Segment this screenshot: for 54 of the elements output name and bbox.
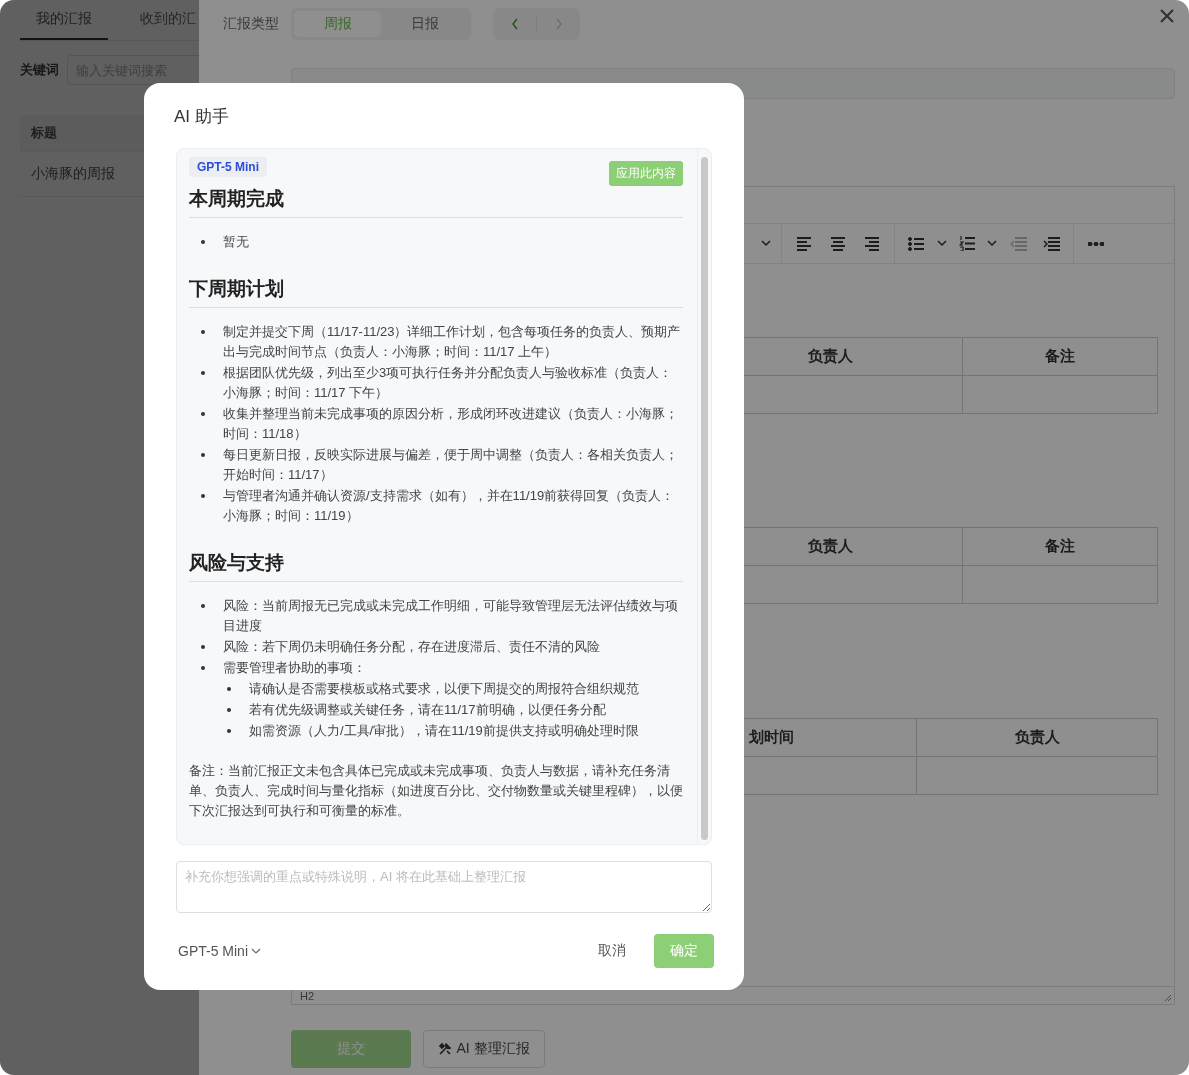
list-item-text: 若有优先级调整或关键任务，请在11/17前明确，以便任务分配: [249, 701, 606, 719]
table-cell[interactable]: 小海豚的周报: [31, 165, 115, 183]
confirm-button[interactable]: 确定: [654, 934, 714, 968]
bullet-icon: [201, 604, 205, 608]
list-item-text: 根据团队优先级，列出至少3项可执行任务并分配负责人与验收标准（负责人：小海豚；时间：11/17 下午）: [223, 364, 674, 402]
keyword-label: 关键词: [20, 61, 59, 79]
section-heading: 风险与支持: [189, 550, 683, 582]
chevron-down-icon: [251, 947, 261, 955]
bullet-icon: [201, 645, 205, 649]
list-item-text: 与管理者沟通并确认资源/支持需求（如有），并在11/19前获得回复（负责人：小海豚；时间：11/19）: [223, 487, 676, 525]
table-header-cell: 负责人: [916, 718, 1158, 757]
field-label: 汇报类型: [223, 15, 280, 33]
bullet-icon: [227, 687, 231, 691]
list-item-text: 制定并提交下周（11/17-11/23）详细工作计划，包含每项任务的负责人、预期产出与完成时间节点（负责人：小海豚；时间：11/17 上午）: [223, 323, 682, 361]
close-button[interactable]: [1159, 8, 1175, 24]
apply-button[interactable]: 应用此内容: [609, 161, 683, 186]
segment-option[interactable]: 日报: [381, 11, 468, 37]
tab[interactable]: 我的汇报: [20, 0, 108, 40]
bullet-icon: [227, 708, 231, 712]
element-path: H2: [300, 989, 315, 1002]
bullet-icon: [201, 453, 205, 457]
section-heading: 本周期完成: [189, 186, 683, 218]
table-header-cell: 备注: [962, 527, 1158, 566]
close-icon: [1159, 8, 1175, 24]
resize-grip-icon: [1164, 994, 1172, 1002]
table-header-cell: 备注: [962, 337, 1158, 376]
cancel-button[interactable]: 取消: [592, 941, 632, 961]
note-text: 备注：当前汇报正文未包含具体已完成或未完成事项、负责人与数据，请补充任务清单、负责人、完成时间与量化指标（如进度百分比、交付物数量或关键里程碑），以便下次汇报达到可执行和可衡量的标准。: [189, 762, 683, 820]
bullet-icon: [201, 330, 205, 334]
bullet-icon: [201, 412, 205, 416]
model-badge: GPT-5 Mini: [189, 157, 267, 177]
list-item-text: 风险：当前周报无已完成或未完成工作明细，可能导致管理层无法评估绩效与项目进度: [223, 597, 679, 635]
scrollbar-thumb[interactable]: [701, 157, 708, 840]
segment-option[interactable]: 周报: [294, 11, 381, 37]
list-item-text: 需要管理者协助的事项：: [223, 659, 366, 677]
tools-icon: [438, 1042, 453, 1056]
bullet-icon: [201, 494, 205, 498]
list-item-text: 每日更新日报，反映实际进展与偏差，便于周中调整（负责人：各相关负责人；开始时间：11/17）: [223, 446, 679, 484]
submit-button[interactable]: 提交: [291, 1030, 411, 1068]
bullet-icon: [201, 240, 205, 244]
list-item-text: 收集并整理当前未完成事项的原因分析，形成闭环改进建议（负责人：小海豚；时间：11/18）: [223, 405, 679, 443]
bullet-icon: [201, 371, 205, 375]
list-item-text: 暂无: [223, 233, 249, 251]
model-select[interactable]: GPT-5 Mini: [176, 943, 261, 959]
bullet-icon: [201, 666, 205, 670]
column-title: 标题: [31, 124, 57, 142]
tab[interactable]: 收到的汇: [124, 0, 199, 40]
list-item-text: 风险：若下周仍未明确任务分配，存在进度滞后、责任不清的风险: [223, 638, 600, 656]
bullet-icon: [227, 729, 231, 733]
prompt-input[interactable]: 补充你想强调的重点或特殊说明，AI 将在此基础上整理汇报: [176, 861, 712, 913]
section-heading: 下周期计划: [189, 276, 683, 308]
ai-organize-button[interactable]: AI 整理汇报: [423, 1030, 545, 1068]
dialog-title: AI 助手: [174, 106, 230, 128]
list-item-text: 请确认是否需要模板或格式要求，以便下周提交的周报符合组织规范: [249, 680, 639, 698]
